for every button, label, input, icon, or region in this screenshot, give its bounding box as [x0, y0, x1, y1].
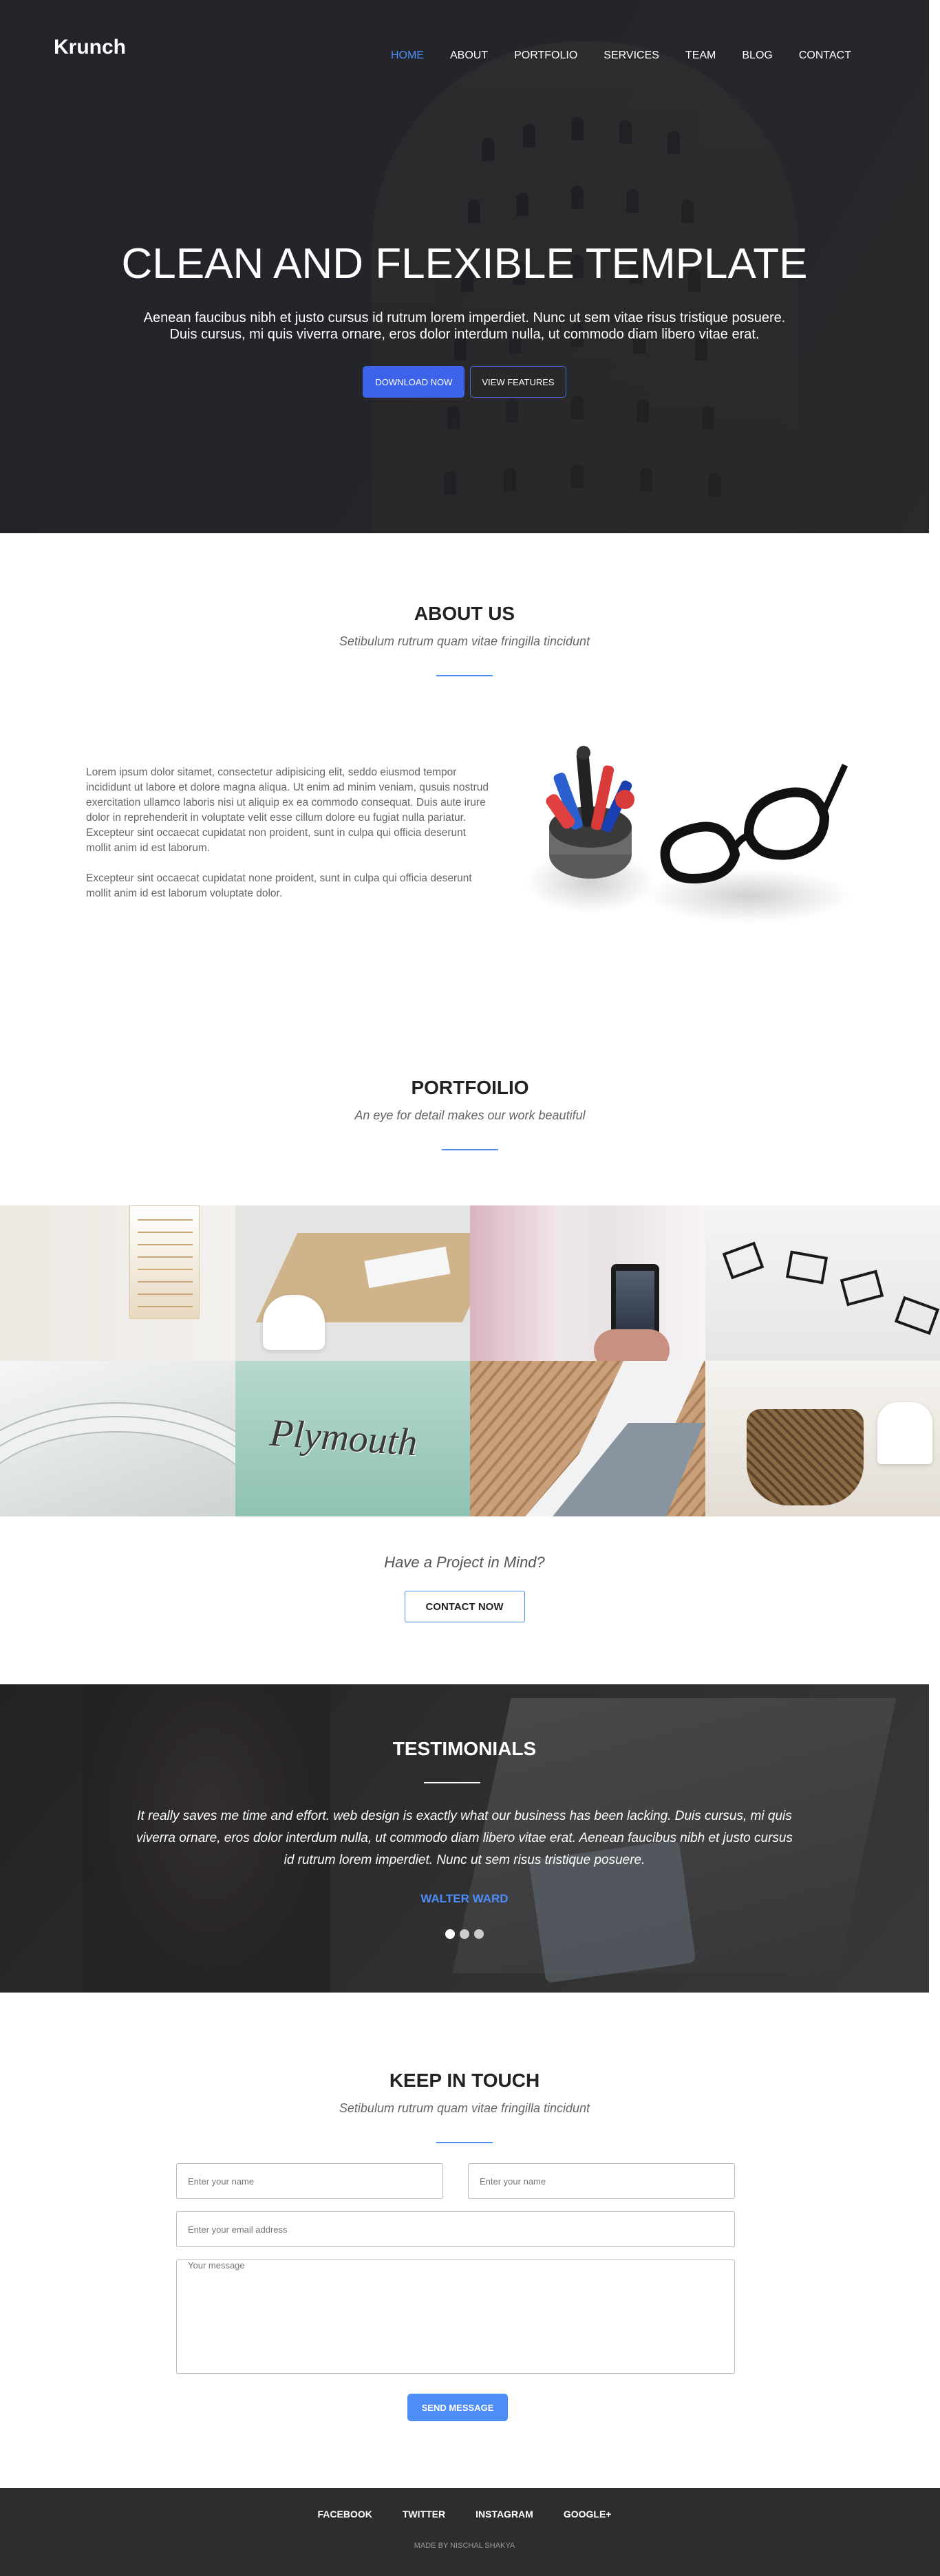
portfolio-item-desk[interactable] — [235, 1205, 470, 1361]
portfolio-grid: Plymouth — [0, 1205, 940, 1516]
about-subtitle: Setibulum rutrum quam vitae fringilla ti… — [339, 634, 590, 648]
contact-title: KEEP IN TOUCH — [389, 2070, 540, 2091]
testimonial-dot-2[interactable] — [460, 1929, 469, 1939]
portfolio-item-stairs[interactable] — [470, 1361, 705, 1516]
about-paragraph-1: Lorem ipsum dolor sitamet, consectetur a… — [86, 766, 489, 854]
contact-divider — [436, 2142, 493, 2143]
instagram-link[interactable]: INSTAGRAM — [476, 2509, 533, 2520]
about-paragraph-2: Excepteur sint occaecat cupidatat none p… — [86, 872, 472, 899]
portfolio-divider — [442, 1149, 498, 1150]
hero-buttons: DOWNLOAD NOW VIEW FEATURES — [0, 366, 929, 398]
testimonial-author: WALTER WARD — [420, 1892, 509, 1905]
hero-description: Aenean faucibus nibh et justo cursus id … — [120, 310, 809, 343]
hero-title: CLEAN AND FLEXIBLE TEMPLATE — [121, 240, 808, 288]
portfolio-section: PORTFOILIO An eye for detail makes our w… — [0, 1077, 940, 1150]
nav-services[interactable]: SERVICES — [603, 50, 659, 62]
about-title: ABOUT US — [414, 603, 515, 624]
nav-team[interactable]: TEAM — [685, 50, 716, 62]
testimonial-quote: It really saves me time and effort. web … — [136, 1809, 793, 1867]
portfolio-item-phone[interactable] — [470, 1205, 705, 1361]
nav-home[interactable]: HOME — [391, 50, 424, 62]
nav-portfolio[interactable]: PORTFOLIO — [514, 50, 577, 62]
testimonial-dot-3[interactable] — [474, 1929, 484, 1939]
hero-line-2: Duis cursus, mi quis viverra ornare, ero… — [169, 327, 760, 342]
download-now-button[interactable]: DOWNLOAD NOW — [363, 366, 465, 398]
nav-blog[interactable]: BLOG — [742, 50, 772, 62]
name-input[interactable] — [176, 2163, 443, 2199]
project-question: Have a Project in Mind? — [384, 1554, 545, 1571]
testimonial-dot-1[interactable] — [445, 1929, 455, 1939]
portfolio-item-staircase[interactable] — [0, 1205, 235, 1361]
about-divider — [436, 675, 493, 676]
contact-section: KEEP IN TOUCH Setibulum rutrum quam vita… — [0, 2070, 929, 2143]
portfolio-subtitle: An eye for detail makes our work beautif… — [354, 1108, 586, 1122]
footer: FACEBOOK TWITTER INSTAGRAM GOOGLE+ MADE … — [0, 2488, 940, 2576]
testimonials-title: TESTIMONIALS — [392, 1738, 537, 1759]
google-plus-link[interactable]: GOOGLE+ — [564, 2509, 612, 2520]
facebook-link[interactable]: FACEBOOK — [318, 2509, 372, 2520]
portfolio-item-basket[interactable] — [705, 1361, 940, 1516]
nav-contact[interactable]: CONTACT — [799, 50, 851, 62]
plymouth-emblem-text: Plymouth — [268, 1411, 419, 1465]
portfolio-item-plymouth[interactable]: Plymouth — [235, 1361, 470, 1516]
nav-about[interactable]: ABOUT — [450, 50, 488, 62]
testimonials-section: TESTIMONIALS It really saves me time and… — [0, 1684, 929, 1993]
portfolio-item-chairs[interactable] — [705, 1205, 940, 1361]
footer-credit: MADE BY NISCHAL SHAKYA — [414, 2542, 515, 2550]
contact-form — [176, 2163, 735, 2377]
hero-line-1: Aenean faucibus nibh et justo cursus id … — [143, 310, 786, 325]
second-name-input[interactable] — [468, 2163, 735, 2199]
hero-section: Krunch HOME ABOUT PORTFOLIO SERVICES TEA… — [0, 0, 929, 533]
about-text: Lorem ipsum dolor sitamet, consectetur a… — [86, 765, 489, 901]
testimonial-pagination — [0, 1929, 929, 1939]
project-cta: Have a Project in Mind? CONTACT NOW — [0, 1554, 929, 1622]
about-section: ABOUT US Setibulum rutrum quam vitae fri… — [0, 603, 929, 923]
message-textarea[interactable] — [176, 2260, 735, 2374]
portfolio-title: PORTFOILIO — [411, 1077, 529, 1098]
portfolio-item-ceiling[interactable] — [0, 1361, 235, 1516]
brand-logo[interactable]: Krunch — [54, 36, 126, 59]
social-links: FACEBOOK TWITTER INSTAGRAM GOOGLE+ — [0, 2509, 929, 2520]
pens-and-glasses-image — [525, 746, 852, 923]
view-features-button[interactable]: VIEW FEATURES — [470, 366, 566, 398]
main-nav: HOME ABOUT PORTFOLIO SERVICES TEAM BLOG … — [391, 50, 877, 62]
twitter-link[interactable]: TWITTER — [403, 2509, 445, 2520]
testimonials-divider — [424, 1782, 480, 1783]
contact-subtitle: Setibulum rutrum quam vitae fringilla ti… — [339, 2101, 590, 2115]
contact-now-button[interactable]: CONTACT NOW — [404, 1591, 525, 1622]
send-message-button[interactable]: SEND MESSAGE — [407, 2394, 508, 2421]
email-input[interactable] — [176, 2211, 735, 2247]
